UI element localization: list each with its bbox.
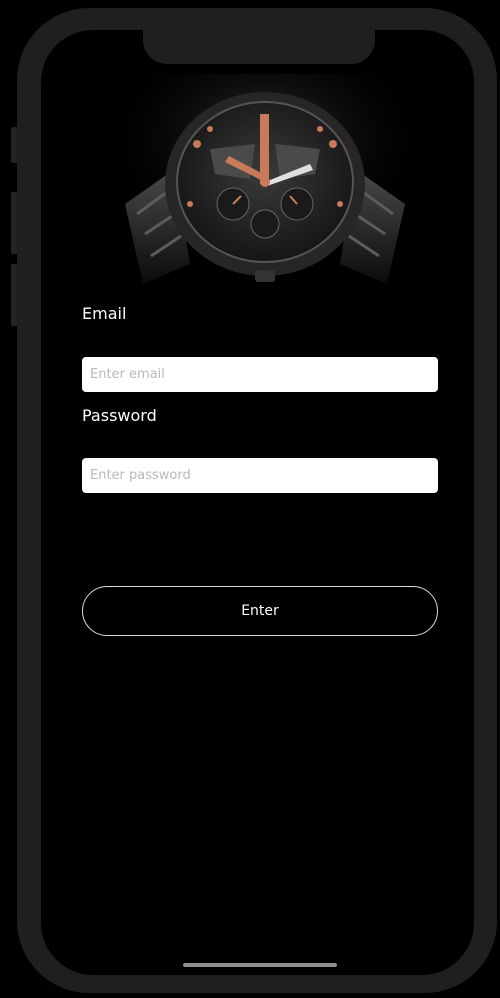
home-indicator[interactable] — [183, 963, 337, 967]
email-input[interactable] — [82, 357, 438, 392]
login-screen: Email Password Enter — [41, 30, 474, 975]
device-mockup: Email Password Enter — [0, 0, 500, 998]
password-label: Password — [82, 406, 157, 425]
wristwatch-image — [115, 74, 415, 294]
notch — [143, 30, 375, 64]
phone-frame: Email Password Enter — [17, 8, 497, 993]
email-label: Email — [82, 304, 127, 323]
password-input[interactable] — [82, 458, 438, 493]
enter-button[interactable]: Enter — [82, 586, 438, 636]
